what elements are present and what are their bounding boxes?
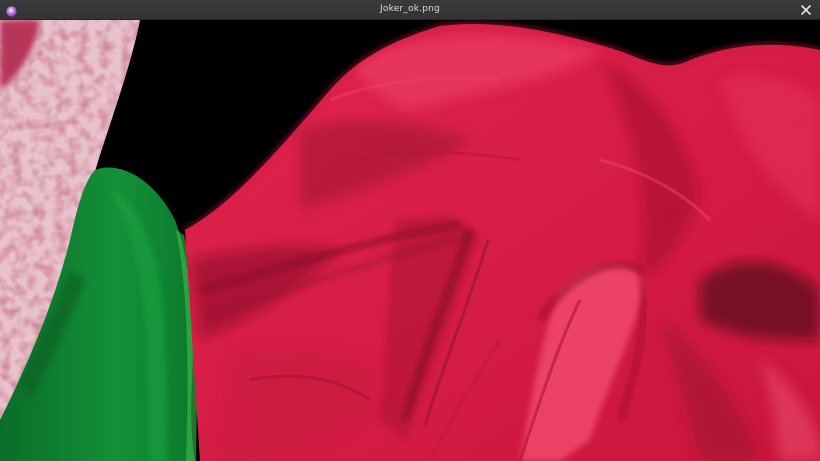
window-title: Joker_ok.png [380,4,440,14]
displayed-image [0,20,820,461]
title-bar[interactable]: Joker_ok.png [0,0,820,20]
close-button[interactable] [798,2,814,18]
image-canvas [0,20,820,461]
image-viewer-window: Joker_ok.png [0,0,820,461]
close-icon [801,5,811,15]
